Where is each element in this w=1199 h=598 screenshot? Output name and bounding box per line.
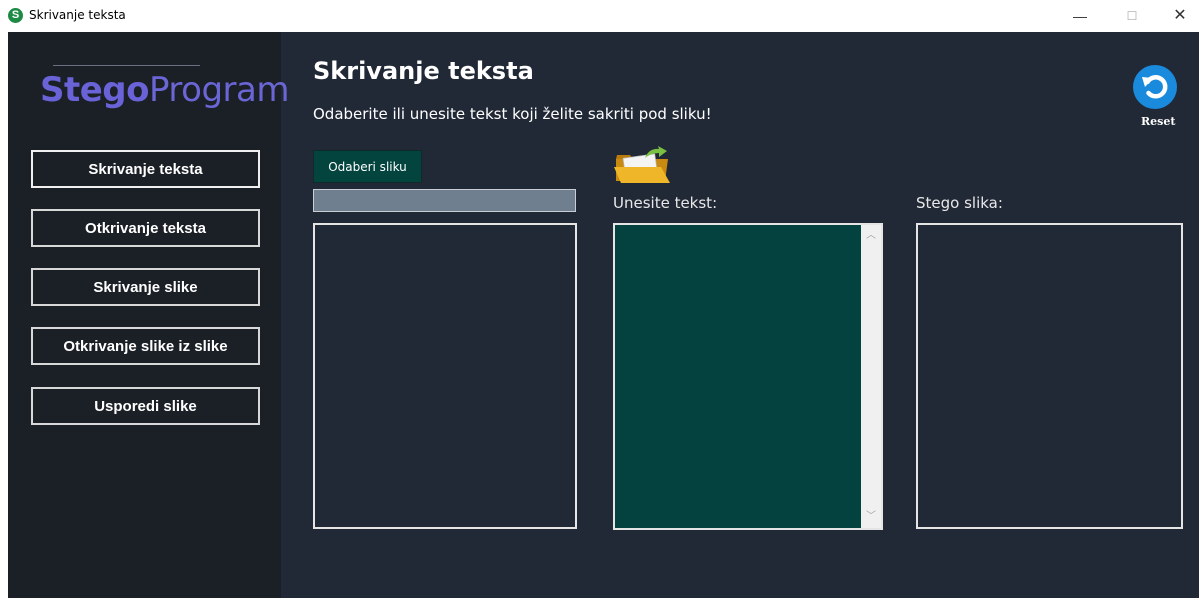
text-scrollbar[interactable]: ︿ ﹀ bbox=[861, 225, 881, 528]
logo-program: Program bbox=[149, 70, 289, 110]
reset-label: Reset bbox=[1141, 115, 1176, 128]
image-path-field[interactable] bbox=[313, 189, 576, 212]
sidebar-item-usporedi-slike[interactable]: Usporedi slike bbox=[31, 387, 260, 425]
close-button[interactable]: ✕ bbox=[1160, 4, 1199, 28]
logo: StegoProgram bbox=[40, 70, 289, 110]
sidebar-item-skrivanje-slike[interactable]: Skrivanje slike bbox=[31, 268, 260, 306]
maximize-button[interactable]: ☐ bbox=[1112, 4, 1152, 28]
page-subtitle: Odaberite ili unesite tekst koji želite … bbox=[313, 105, 712, 123]
page-title: Skrivanje teksta bbox=[313, 57, 534, 85]
app-icon: S bbox=[8, 8, 23, 23]
source-image-box bbox=[313, 223, 577, 529]
sidebar-item-otkrivanje-slike-iz-slike[interactable]: Otkrivanje slike iz slike bbox=[31, 327, 260, 365]
choose-image-button[interactable]: Odaberi sliku bbox=[313, 150, 422, 183]
sidebar: StegoProgram Skrivanje teksta Otkrivanje… bbox=[8, 32, 289, 598]
reset-button[interactable] bbox=[1133, 65, 1177, 109]
minimize-button[interactable]: — bbox=[1060, 4, 1100, 28]
reset-icon bbox=[1142, 75, 1168, 99]
sidebar-item-skrivanje-teksta[interactable]: Skrivanje teksta bbox=[31, 150, 260, 188]
window-titlebar: S Skrivanje teksta — ☐ ✕ bbox=[0, 0, 1199, 32]
text-input-label: Unesite tekst: bbox=[613, 194, 718, 212]
secret-text-input[interactable]: ︿ ﹀ bbox=[613, 223, 883, 530]
stego-image-label: Stego slika: bbox=[916, 194, 1003, 212]
window-title: Skrivanje teksta bbox=[29, 8, 126, 22]
logo-stego: Stego bbox=[40, 70, 150, 110]
sidebar-item-otkrivanje-teksta[interactable]: Otkrivanje teksta bbox=[31, 209, 260, 247]
stego-image-box bbox=[916, 223, 1183, 529]
open-folder-icon[interactable] bbox=[613, 145, 675, 190]
scroll-up-icon[interactable]: ︿ bbox=[861, 228, 881, 244]
logo-divider bbox=[53, 65, 200, 66]
app-window: StegoProgram Skrivanje teksta Otkrivanje… bbox=[8, 32, 1199, 598]
scroll-down-icon[interactable]: ﹀ bbox=[861, 509, 881, 525]
